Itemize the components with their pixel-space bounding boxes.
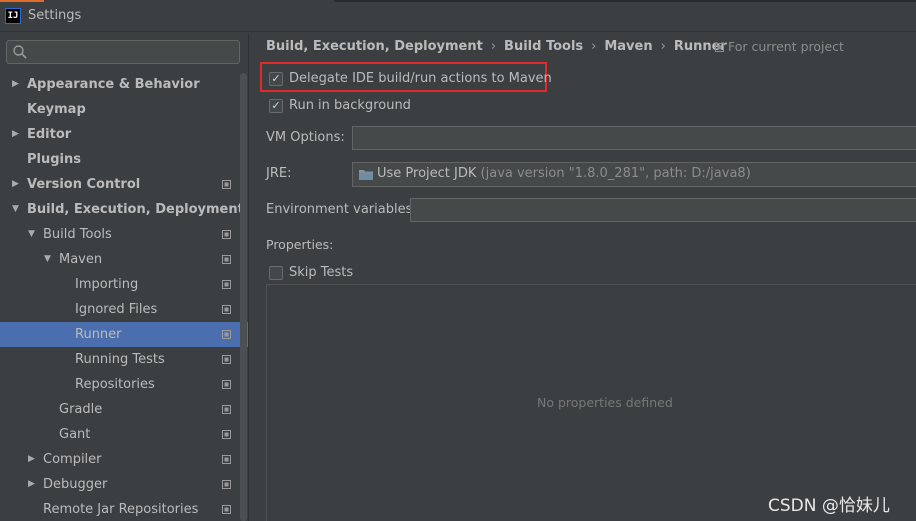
project-scope-icon [222,455,231,464]
no-properties-text: No properties defined [537,395,673,410]
sidebar-item-label: Appearance & Behavior [27,77,200,92]
sidebar-item-label: Maven [59,252,103,267]
project-scope-icon [222,330,231,339]
sidebar-item-label: Build, Execution, Deployment [27,202,244,217]
sidebar-item-remote-jar-repositories[interactable]: Remote Jar Repositories [0,497,248,521]
project-scope-icon [222,480,231,489]
jre-hint: (java version "1.8.0_281", path: D:/java… [480,166,751,181]
project-scope-icon [222,405,231,414]
project-scope-icon [222,180,231,189]
sidebar-item-editor[interactable]: ▶ Editor [0,122,248,147]
intellij-app-icon: IJ [5,8,21,24]
sidebar-item-appearance-behavior[interactable]: ▶ Appearance & Behavior [0,72,248,97]
env-vars-input[interactable] [410,198,916,222]
project-scope-icon [222,230,231,239]
breadcrumb-separator: › [660,39,666,54]
sidebar-item-keymap[interactable]: Keymap [0,97,248,122]
project-scope-icon [222,355,231,364]
vm-options-label: VM Options: [266,130,345,145]
expand-right-icon[interactable]: ▶ [12,172,22,197]
sidebar-item-gant[interactable]: Gant [0,422,248,447]
breadcrumb-item: Build, Execution, Deployment [266,39,483,54]
jre-label: JRE: [266,166,292,181]
settings-sidebar: ▶ Appearance & Behavior Keymap ▶ Editor Plugi… [0,33,248,521]
window-title: Settings [28,8,82,23]
sidebar-item-label: Build Tools [43,227,112,242]
sidebar-item-compiler[interactable]: ▶ Compiler [0,447,248,472]
sidebar-item-running-tests[interactable]: Running Tests [0,347,248,372]
settings-content: Build, Execution, Deployment › Build Tools… [248,33,916,521]
expand-right-icon[interactable]: ▶ [12,72,22,97]
env-vars-label: Environment variables: [266,202,417,217]
run-in-background-label: Run in background [289,98,411,113]
sidebar-item-label: Plugins [27,152,81,167]
sidebar-item-plugins[interactable]: Plugins [0,147,248,172]
expand-down-icon[interactable]: ▼ [28,222,38,247]
breadcrumb-item: Build Tools [504,39,584,54]
sidebar-item-gradle[interactable]: Gradle [0,397,248,422]
sidebar-item-version-control[interactable]: ▶ Version Control [0,172,248,197]
breadcrumb: Build, Execution, Deployment › Build Tools… [266,39,733,55]
folder-icon [359,170,373,180]
sidebar-item-importing[interactable]: Importing [0,272,248,297]
project-scope-icon [222,505,231,514]
sidebar-item-label: Repositories [75,377,155,392]
sidebar-item-label: Importing [75,277,139,292]
jre-select[interactable]: Use Project JDK (java version "1.8.0_281… [352,162,916,187]
search-icon [13,45,27,59]
sidebar-scrollbar[interactable] [240,73,247,521]
breadcrumb-item: Maven [604,39,653,54]
sidebar-item-repositories[interactable]: Repositories [0,372,248,397]
sidebar-item-debugger[interactable]: ▶ Debugger [0,472,248,497]
project-scope-icon [222,305,231,314]
skip-tests-label: Skip Tests [289,265,354,280]
delegate-checkbox[interactable]: ✓ [269,72,283,86]
sidebar-item-label: Remote Jar Repositories [43,502,199,517]
for-current-project: For current project [715,39,844,54]
vm-options-input[interactable] [352,126,916,150]
delegate-label: Delegate IDE build/run actions to Maven [289,71,552,86]
sidebar-item-label: Compiler [43,452,102,467]
project-scope-icon [222,280,231,289]
project-scope-icon [222,430,231,439]
sidebar-item-label: Ignored Files [75,302,158,317]
sidebar-item-label: Version Control [27,177,141,192]
sidebar-item-maven[interactable]: ▼ Maven [0,247,248,272]
sidebar-item-label: Runner [75,327,122,342]
expand-down-icon[interactable]: ▼ [12,197,22,222]
sidebar-item-runner[interactable]: Runner [0,322,248,347]
title-top-line [334,0,916,2]
title-bar: IJ Settings [0,0,916,32]
jre-value-text: Use Project JDK [377,166,477,181]
sidebar-item-label: Gradle [59,402,103,417]
sidebar-item-build-tools[interactable]: ▼ Build Tools [0,222,248,247]
expand-right-icon[interactable]: ▶ [28,472,38,497]
project-scope-icon [222,255,231,264]
sidebar-item-label: Gant [59,427,91,442]
settings-tree: ▶ Appearance & Behavior Keymap ▶ Editor Plugi… [0,72,248,521]
project-scope-icon [715,43,724,52]
sidebar-item-build-execution-deployment[interactable]: ▼ Build, Execution, Deployment [0,197,248,222]
expand-right-icon[interactable]: ▶ [28,447,38,472]
settings-search-box[interactable] [6,40,240,64]
properties-table[interactable]: No properties defined [266,284,916,521]
project-scope-icon [222,380,231,389]
sidebar-item-label: Editor [27,127,72,142]
jre-value: Use Project JDK (java version "1.8.0_281… [377,166,751,181]
skip-tests-checkbox[interactable] [269,266,283,280]
breadcrumb-separator: › [490,39,497,54]
sidebar-item-ignored-files[interactable]: Ignored Files [0,297,248,322]
sidebar-item-label: Keymap [27,102,86,117]
expand-down-icon[interactable]: ▼ [44,247,54,272]
sidebar-item-label: Running Tests [75,352,165,367]
breadcrumb-separator: › [591,39,597,54]
run-in-background-checkbox[interactable]: ✓ [269,99,283,113]
sidebar-item-label: Debugger [43,477,108,492]
title-accent-line [0,0,44,2]
search-input[interactable] [31,43,231,61]
for-current-project-text: For current project [728,39,844,54]
expand-right-icon[interactable]: ▶ [12,122,22,147]
csdn-watermark: CSDN @恰妹儿 [768,496,890,516]
properties-label: Properties: [266,237,334,252]
